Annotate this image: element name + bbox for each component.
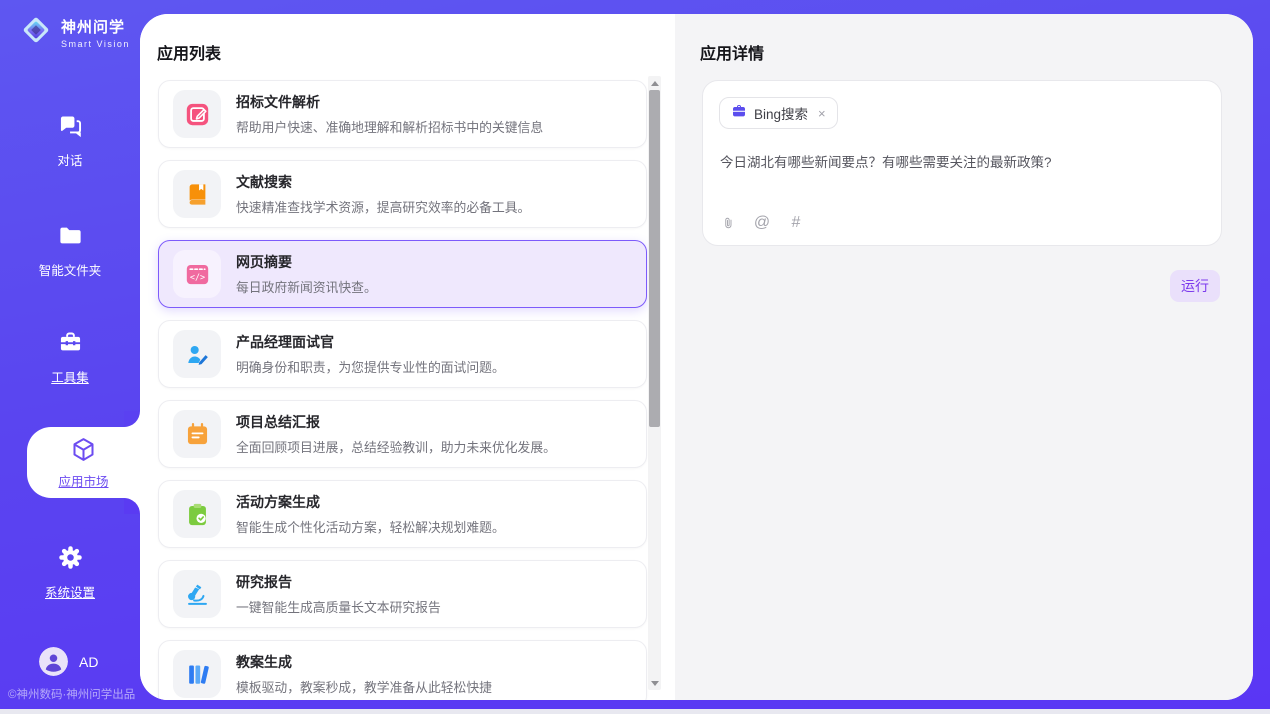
- scrollbar-up-arrow[interactable]: [648, 76, 661, 90]
- app-card-2[interactable]: 文献搜索 快速精准查找学术资源，提高研究效率的必备工具。: [158, 160, 647, 228]
- app-card-8[interactable]: 教案生成 模板驱动，教案秒成，教学准备从此轻松快捷: [158, 640, 647, 700]
- books-icon: [173, 650, 221, 698]
- report-note-icon: [173, 410, 221, 458]
- app-list-title: 应用列表: [157, 40, 221, 64]
- active-tab-notch-bottom: [124, 498, 140, 514]
- app-card-title: 招标文件解析: [236, 92, 543, 112]
- microscope-icon: [173, 570, 221, 618]
- active-tab-notch-top: [124, 411, 140, 427]
- app-card-description: 模板驱动，教案秒成，教学准备从此轻松快捷: [236, 677, 492, 696]
- app-card-description: 帮助用户快速、准确地理解和解析招标书中的关键信息: [236, 117, 543, 136]
- gear-icon: [57, 544, 84, 571]
- app-detail-panel: 应用详情 Bing搜索 × 今日湖北有哪些新闻要点？有哪些需要关注的最新政策? …: [675, 14, 1253, 700]
- edit-doc-icon: [173, 90, 221, 138]
- sidebar-item-1[interactable]: 对话: [0, 112, 140, 169]
- tool-chip-label: Bing搜索: [754, 103, 808, 123]
- brand-logo: 神州问学 Smart Vision: [18, 12, 130, 53]
- clipboard-check-icon: [173, 490, 221, 538]
- copyright-footer: ©神州数码·神州问学出品: [8, 686, 135, 702]
- app-card-4[interactable]: 产品经理面试官 明确身份和职责，为您提供专业性的面试问题。: [158, 320, 647, 388]
- sidebar-item-active-4[interactable]: 应用市场: [27, 427, 140, 498]
- main-content-shell: 应用列表 招标文件解析 帮助用户快速、准确地理解和解析招标书中的关键信息 文献搜…: [140, 14, 1253, 700]
- cube-icon: [70, 450, 97, 467]
- browser-icon: </>: [173, 250, 221, 298]
- sidebar-item-label: 工具集: [0, 367, 140, 386]
- app-card-5[interactable]: 项目总结汇报 全面回顾项目进展，总结经验教训，助力未来优化发展。: [158, 400, 647, 468]
- app-card-title: 文献搜索: [236, 172, 530, 192]
- app-detail-title: 应用详情: [700, 40, 764, 64]
- app-card-description: 快速精准查找学术资源，提高研究效率的必备工具。: [236, 197, 530, 216]
- user-initials: AD: [79, 654, 98, 670]
- sidebar-item-5[interactable]: 系统设置: [0, 544, 140, 601]
- app-card-1[interactable]: 招标文件解析 帮助用户快速、准确地理解和解析招标书中的关键信息: [158, 80, 647, 148]
- svg-text:</>: </>: [189, 271, 204, 281]
- app-card-description: 每日政府新闻资讯快查。: [236, 277, 377, 296]
- run-button[interactable]: 运行: [1170, 270, 1220, 302]
- hash-icon[interactable]: #: [788, 214, 804, 232]
- app-card-description: 智能生成个性化活动方案，轻松解决规划难题。: [236, 517, 505, 536]
- sidebar-item-3[interactable]: 工具集: [0, 329, 140, 386]
- app-card-6[interactable]: 活动方案生成 智能生成个性化活动方案，轻松解决规划难题。: [158, 480, 647, 548]
- sidebar-item-2[interactable]: 智能文件夹: [0, 222, 140, 279]
- app-card-title: 网页摘要: [236, 252, 377, 272]
- app-card-title: 产品经理面试官: [236, 332, 505, 352]
- sidebar-item-label: 对话: [0, 150, 140, 169]
- sidebar-item-label: 系统设置: [0, 582, 140, 601]
- avatar: [39, 647, 68, 676]
- folder-icon: [57, 222, 84, 249]
- brand-subtitle: Smart Vision: [61, 39, 130, 49]
- sidebar-item-label: 智能文件夹: [0, 260, 140, 279]
- diamond-logo-icon: [18, 12, 54, 53]
- interviewer-icon: [173, 330, 221, 378]
- book-icon: [173, 170, 221, 218]
- sidebar-item-label: 应用市场: [27, 471, 140, 490]
- chip-close-icon[interactable]: ×: [818, 106, 826, 121]
- app-list-panel: 应用列表 招标文件解析 帮助用户快速、准确地理解和解析招标书中的关键信息 文献搜…: [140, 14, 675, 700]
- toolbox-icon: [57, 329, 84, 356]
- app-card-title: 项目总结汇报: [236, 412, 556, 432]
- user-profile[interactable]: AD: [39, 647, 98, 676]
- composer-toolbar: @#: [720, 214, 804, 232]
- sidebar: 神州问学 Smart Vision 对话 智能文件夹 工具集 应用市场 系统设置…: [0, 0, 140, 714]
- bottom-edge-strip: [0, 709, 1270, 714]
- tool-chip-bing-search[interactable]: Bing搜索 ×: [719, 97, 838, 129]
- question-text[interactable]: 今日湖北有哪些新闻要点？有哪些需要关注的最新政策?: [720, 151, 1204, 171]
- prompt-composer: Bing搜索 × 今日湖北有哪些新闻要点？有哪些需要关注的最新政策? @#: [702, 80, 1222, 246]
- chat-icon: [57, 112, 84, 139]
- app-card-title: 研究报告: [236, 572, 441, 592]
- app-card-title: 教案生成: [236, 652, 492, 672]
- at-icon[interactable]: @: [754, 214, 770, 232]
- scrollbar-track[interactable]: [648, 76, 661, 690]
- briefcase-icon: [731, 103, 747, 124]
- app-card-title: 活动方案生成: [236, 492, 505, 512]
- paperclip-icon[interactable]: [720, 214, 736, 232]
- app-card-list: 招标文件解析 帮助用户快速、准确地理解和解析招标书中的关键信息 文献搜索 快速精…: [158, 80, 647, 700]
- app-card-7[interactable]: 研究报告 一键智能生成高质量长文本研究报告: [158, 560, 647, 628]
- brand-name: 神州问学: [61, 16, 130, 37]
- app-card-3[interactable]: </> 网页摘要 每日政府新闻资讯快查。: [158, 240, 647, 308]
- app-card-description: 明确身份和职责，为您提供专业性的面试问题。: [236, 357, 505, 376]
- app-card-description: 全面回顾项目进展，总结经验教训，助力未来优化发展。: [236, 437, 556, 456]
- scrollbar-down-arrow[interactable]: [648, 676, 661, 690]
- app-card-description: 一键智能生成高质量长文本研究报告: [236, 597, 441, 616]
- scrollbar-thumb[interactable]: [649, 90, 660, 427]
